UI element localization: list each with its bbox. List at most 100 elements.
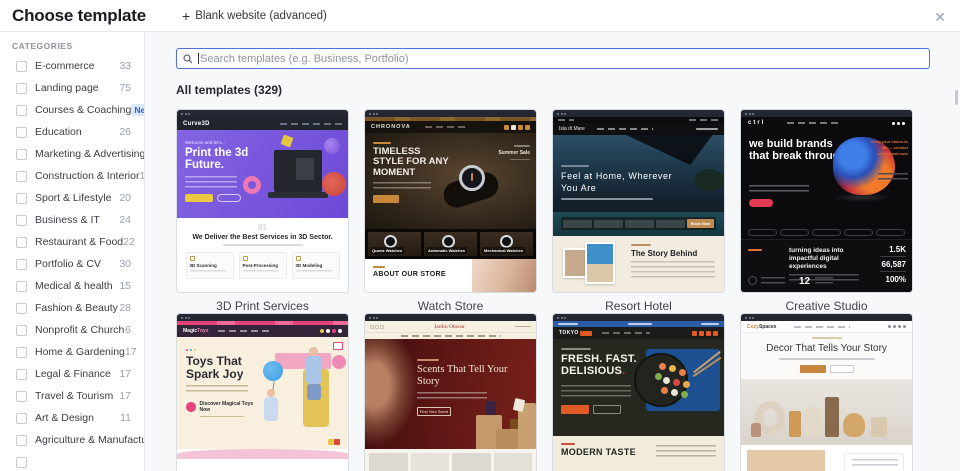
category-checkbox[interactable] <box>16 390 27 402</box>
category-item[interactable]: Restaurant & Food 22 <box>0 231 144 253</box>
template-thumbnail[interactable]: ctrl we build brands that break through … <box>740 109 913 293</box>
category-item[interactable]: Marketing & Advertising25 <box>0 143 144 165</box>
category-checkbox[interactable] <box>16 302 27 314</box>
cta-label: Discover Magical Toys Now <box>199 401 254 414</box>
category-item[interactable]: Home & Gardening 17 <box>0 341 144 363</box>
category-item[interactable]: E-commerce 33 <box>0 55 144 77</box>
category-item[interactable]: Construction & Interior16 <box>0 165 144 187</box>
cta-row: Discover Magical Toys Now <box>186 401 262 413</box>
light-vase <box>871 417 887 437</box>
template-card-toys[interactable]: MagicToys Toys That Spark Joy Discover M… <box>176 313 349 471</box>
blank-website-button[interactable]: + Blank website (advanced) <box>176 0 333 32</box>
template-thumbnail[interactable]: MagicToys Toys That Spark Joy Discover M… <box>176 313 349 471</box>
hero-title: TIMELESS STYLE FOR ANY MOMENT <box>373 145 449 178</box>
blank-website-label: Blank website (advanced) <box>195 10 327 22</box>
spiky-shape <box>322 172 346 196</box>
category-item[interactable]: Education 26 <box>0 121 144 143</box>
category-checkbox[interactable] <box>16 280 27 292</box>
search-input[interactable] <box>199 52 923 65</box>
template-thumbnail[interactable]: Isla di Mare Feel at Home, Wherever You … <box>552 109 725 293</box>
category-item[interactable]: Landing page 75 <box>0 77 144 99</box>
category-label: Restaurant & Food <box>35 236 124 248</box>
template-card-sushi[interactable]: TOKYO FRESH. FAST. DELISIOUS. MODERN TAS… <box>552 313 725 471</box>
category-checkbox[interactable] <box>16 148 27 160</box>
category-item[interactable]: Medical & health 15 <box>0 275 144 297</box>
category-checkbox[interactable] <box>16 104 27 116</box>
template-name: Watch Store <box>417 299 484 313</box>
category-item[interactable]: Portfolio & CV 30 <box>0 253 144 275</box>
nav-links <box>596 128 653 130</box>
template-thumbnail[interactable]: CozySpaces Decor That Tells Your Story <box>740 313 913 471</box>
category-checkbox[interactable] <box>16 82 27 94</box>
template-thumbnail[interactable]: CHRONOVA TIMELESS STYLE FOR ANY MOMENT S… <box>364 109 537 293</box>
scrollbar[interactable] <box>955 90 958 105</box>
category-item[interactable]: Legal & Finance 17 <box>0 363 144 385</box>
watch-tile: Mechanical Watches <box>480 232 533 256</box>
decor-photo <box>747 450 825 471</box>
category-checkbox[interactable] <box>16 214 27 226</box>
category-checkbox[interactable] <box>16 126 27 138</box>
watch-tile: Quartz Watches <box>368 232 421 256</box>
cta-button <box>373 195 399 204</box>
social-icons <box>504 124 530 130</box>
hero-copy: Feel at Home, Wherever You Are <box>561 165 686 200</box>
printer-screen <box>296 158 314 180</box>
category-item[interactable]: Fashion & Beauty 28 <box>0 297 144 319</box>
category-checkbox[interactable] <box>16 346 27 358</box>
template-thumbnail[interactable]: Curve3D Welcome and let's... Print the 3… <box>176 109 349 293</box>
category-item[interactable]: Courses & CoachingNew8 <box>0 99 144 121</box>
template-name: Creative Studio <box>785 299 868 313</box>
nav-links <box>280 122 342 125</box>
category-checkbox[interactable] <box>16 412 27 424</box>
hero-subtitle <box>561 198 653 200</box>
template-card-decor[interactable]: CozySpaces Decor That Tells Your Story <box>740 313 913 471</box>
lower-section <box>741 445 912 471</box>
hero-collage <box>263 341 348 449</box>
template-card-watch-store[interactable]: CHRONOVA TIMELESS STYLE FOR ANY MOMENT S… <box>364 109 537 313</box>
template-card-perfume[interactable]: Jardin Obscur Scents That Tell Your Stor… <box>364 313 537 471</box>
template-thumbnail[interactable]: Jardin Obscur Scents That Tell Your Stor… <box>364 313 537 471</box>
template-thumbnail[interactable]: TOKYO FRESH. FAST. DELISIOUS. MODERN TAS… <box>552 313 725 471</box>
service-name: Post-Processing <box>242 262 279 268</box>
category-count: 22 <box>123 236 135 248</box>
hero-buttons <box>741 364 912 373</box>
product-row <box>365 449 536 471</box>
template-card-3d-print-services[interactable]: Curve3D Welcome and let's... Print the 3… <box>176 109 349 313</box>
nav-links <box>787 122 842 124</box>
booking-field <box>563 219 592 228</box>
category-checkbox[interactable] <box>16 192 27 204</box>
nav-links <box>218 330 271 332</box>
category-item-partial[interactable] <box>0 451 144 471</box>
template-card-creative-studio[interactable]: ctrl we build brands that break through … <box>740 109 913 313</box>
category-item[interactable]: Sport & Lifestyle 20 <box>0 187 144 209</box>
site-navbar: Curve3D <box>177 117 348 130</box>
category-item[interactable]: Travel & Tourism 17 <box>0 385 144 407</box>
category-checkbox[interactable] <box>16 368 27 380</box>
portrait-photo <box>365 339 419 449</box>
template-card-resort-hotel[interactable]: Isla di Mare Feel at Home, Wherever You … <box>552 109 725 313</box>
category-item[interactable]: Nonprofit & Church 6 <box>0 319 144 341</box>
category-label: Marketing & Advertising <box>35 148 145 160</box>
close-icon[interactable]: ✕ <box>930 5 950 30</box>
category-checkbox[interactable] <box>16 324 27 336</box>
category-checkbox[interactable] <box>16 456 27 468</box>
story-copy: The Story Behind <box>631 244 717 279</box>
category-label: Business & IT <box>35 214 100 226</box>
sphere-shape <box>324 138 340 154</box>
category-item[interactable]: Business & IT 24 <box>0 209 144 231</box>
sushi-platter <box>634 353 688 407</box>
category-count: 75 <box>119 82 131 94</box>
category-item[interactable]: Art & Design 11 <box>0 407 144 429</box>
category-checkbox[interactable] <box>16 60 27 72</box>
category-item[interactable]: Agriculture & Manufacturing9 <box>0 429 144 451</box>
hero-title: Decor That Tells Your Story <box>766 343 887 354</box>
cta-button <box>561 405 589 414</box>
category-checkbox[interactable] <box>16 236 27 248</box>
tile-label: Quartz Watches <box>370 247 405 254</box>
search-icon <box>183 53 193 63</box>
category-checkbox[interactable] <box>16 258 27 270</box>
services-section: 01 We Deliver the Best Services in 3D Se… <box>177 218 348 292</box>
search-box[interactable] <box>176 48 930 69</box>
category-checkbox[interactable] <box>16 434 27 446</box>
category-checkbox[interactable] <box>16 170 27 182</box>
